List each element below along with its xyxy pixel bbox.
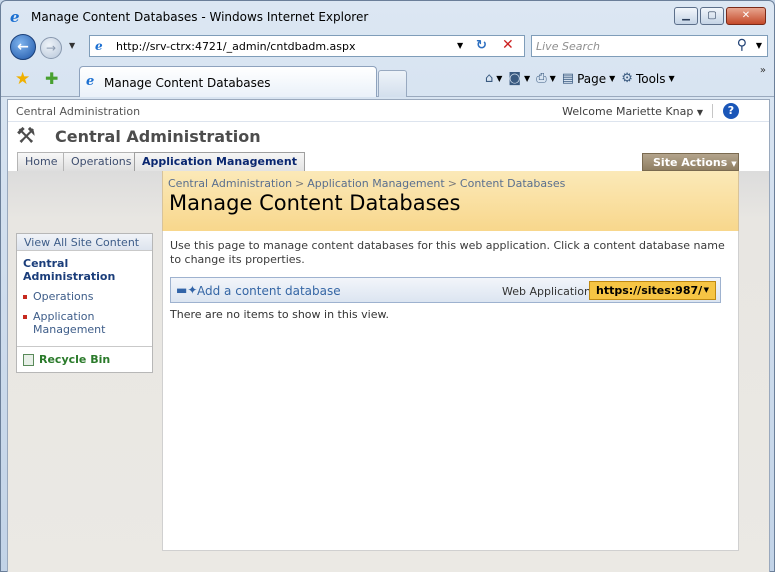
add-database-icon[interactable]: ▬✦ [176, 283, 197, 297]
empty-list-message: There are no items to show in this view. [170, 308, 389, 321]
search-input[interactable]: Live Search ⚲ ▼ [531, 35, 768, 57]
home-button[interactable]: ⌂ ▼ [485, 71, 502, 86]
browser-window: e Manage Content Databases - Windows Int… [0, 0, 775, 572]
browser-tab[interactable]: e Manage Content Databases [79, 66, 377, 97]
breadcrumb-central-admin[interactable]: Central Administration [168, 177, 292, 190]
page-icon: e [95, 39, 103, 53]
web-application-label: Web Application: [502, 285, 595, 298]
printer-icon: ⎙ [536, 71, 547, 86]
tab-home[interactable]: Home [17, 152, 66, 171]
window-title: Manage Content Databases - Windows Inter… [31, 10, 369, 24]
title-bar: e Manage Content Databases - Windows Int… [1, 1, 774, 31]
page-title: Manage Content Databases [169, 191, 461, 215]
home-icon: ⌂ [485, 71, 494, 86]
window-controls: ▁ ▢ ✕ [674, 7, 766, 25]
site-title: Central Administration [55, 127, 261, 146]
rss-icon: ◙ [508, 71, 522, 86]
print-button[interactable]: ⎙ ▼ [536, 71, 556, 86]
quick-launch-divider [17, 346, 152, 347]
add-content-database-link[interactable]: Add a content database [197, 284, 341, 298]
tab-command-row: ★ ✚ e Manage Content Databases ⌂ ▼ ◙ ▼ ⎙ ▼ … [1, 63, 774, 97]
address-bar[interactable]: e http://srv-ctrx:4721/_admin/cntdbadm.a… [89, 35, 525, 57]
view-all-site-content-link[interactable]: View All Site Content [17, 234, 152, 251]
stop-icon[interactable]: ✕ [502, 37, 514, 53]
tab-application-management[interactable]: Application Management [134, 152, 305, 171]
search-dropdown-icon[interactable]: ▼ [756, 41, 762, 50]
tools-menu[interactable]: ⚙ Tools ▼ [621, 71, 674, 86]
command-bar: ⌂ ▼ ◙ ▼ ⎙ ▼ ▤ Page ▼ ⚙ Tools ▼ [485, 71, 675, 86]
search-icon[interactable]: ⚲ [737, 37, 747, 53]
site-name-link[interactable]: Central Administration [16, 105, 140, 118]
help-icon[interactable]: ? [723, 103, 739, 119]
list-toolbar: ▬✦ Add a content database Web Applicatio… [170, 277, 721, 303]
refresh-icon[interactable]: ↻ [476, 38, 487, 53]
site-actions-menu[interactable]: Site Actions ▼ [642, 153, 739, 171]
tab-label: Manage Content Databases [104, 76, 271, 90]
maximize-icon[interactable]: ▢ [700, 7, 724, 25]
ie-logo-icon: e [10, 8, 20, 26]
welcome-menu[interactable]: Welcome Mariette Knap ▼ [562, 105, 703, 118]
close-icon[interactable]: ✕ [726, 7, 766, 25]
tools-logo-icon: ⚒ [16, 124, 36, 149]
favorites-star-icon[interactable]: ★ [15, 69, 30, 89]
feeds-button[interactable]: ◙ ▼ [508, 71, 530, 86]
search-placeholder: Live Search [536, 40, 600, 53]
breadcrumb: Central Administration > Application Manag… [168, 177, 566, 190]
chevron-more-icon[interactable]: » [760, 65, 766, 76]
quick-launch: View All Site Content Central Administra… [16, 233, 153, 373]
back-arrow-icon[interactable]: ← [10, 34, 36, 60]
chevron-down-icon: ▼ [703, 286, 709, 294]
quick-launch-heading[interactable]: Central Administration [23, 257, 143, 283]
page-title-area: Central Administration > Application Manag… [162, 171, 739, 231]
breadcrumb-content-databases: Content Databases [459, 177, 566, 190]
recycle-bin-link[interactable]: Recycle Bin [23, 353, 110, 366]
bullet-icon [23, 295, 27, 299]
page-content: Central Administration Welcome Mariette … [7, 99, 770, 572]
page-description: Use this page to manage content database… [170, 239, 725, 266]
gear-icon: ⚙ [621, 71, 633, 86]
page-menu-icon: ▤ [561, 71, 575, 86]
minimize-icon[interactable]: ▁ [674, 7, 698, 25]
history-dropdown-icon[interactable]: ▼ [69, 41, 75, 50]
topbar-divider [712, 104, 713, 118]
global-nav: Home Operations Application Management S… [8, 152, 769, 171]
address-url[interactable]: http://srv-ctrx:4721/_admin/cntdbadm.asp… [116, 40, 356, 53]
tab-page-icon: e [86, 74, 95, 89]
page-menu[interactable]: ▤ Page ▼ [562, 71, 616, 86]
breadcrumb-app-management[interactable]: Application Management [307, 177, 444, 190]
recycle-bin-icon [23, 354, 34, 366]
web-application-select[interactable]: https://sites:987/ ▼ [589, 281, 716, 300]
tab-operations[interactable]: Operations [63, 152, 140, 171]
sp-top-bar: Central Administration Welcome Mariette … [8, 100, 769, 122]
main-content: Use this page to manage content database… [162, 231, 739, 551]
quick-launch-operations[interactable]: Operations [23, 290, 143, 303]
site-header: ⚒ Central Administration [8, 122, 769, 154]
address-dropdown-icon[interactable]: ▼ [457, 41, 463, 50]
quick-launch-application-management[interactable]: Application Management [23, 310, 143, 336]
add-favorites-icon[interactable]: ✚ [45, 69, 58, 88]
new-tab-button[interactable] [378, 70, 407, 97]
address-row: ← → ▼ e http://srv-ctrx:4721/_admin/cntd… [1, 31, 774, 61]
forward-arrow-icon[interactable]: → [40, 37, 62, 59]
bullet-icon [23, 315, 27, 319]
